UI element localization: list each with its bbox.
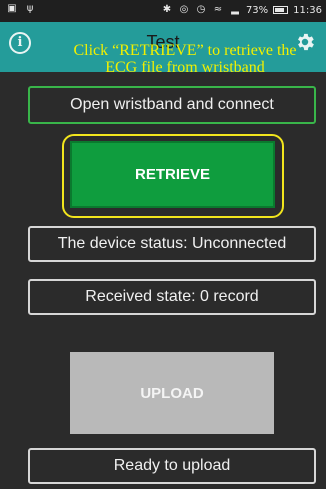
status-bar-left: ▣ ψ xyxy=(6,3,36,15)
app-bar: i Test Click “RETRIEVE” to retrieve the … xyxy=(0,22,326,76)
alarm-icon: ◷ xyxy=(196,4,206,15)
signal-icon: ▂ xyxy=(231,4,239,15)
usb-icon: ψ xyxy=(26,3,34,14)
retrieve-button[interactable]: RETRIEVE xyxy=(70,141,275,208)
bluetooth-icon: ✱ xyxy=(162,4,172,15)
open-connect-button[interactable]: Open wristband and connect xyxy=(28,86,316,124)
battery-percent: 73% xyxy=(245,4,269,16)
image-icon: ▣ xyxy=(7,3,17,14)
clock: 11:36 xyxy=(293,4,322,16)
ready-status: Ready to upload xyxy=(28,448,316,484)
status-bar: ▣ ψ ✱ ◎ ◷ ≈ ▂ 73% 11:36 xyxy=(0,0,326,22)
battery-icon xyxy=(273,6,289,14)
wifi-icon: ≈ xyxy=(213,4,223,15)
vibrate-icon: ◎ xyxy=(179,4,189,15)
received-state: Received state: 0 record xyxy=(28,279,316,315)
app-screen: ▣ ψ ✱ ◎ ◷ ≈ ▂ 73% 11:36 i Test Click “RE… xyxy=(0,0,326,489)
instruction-annotation: Click “RETRIEVE” to retrieve the ECG fil… xyxy=(73,42,297,76)
upload-button[interactable]: UPLOAD xyxy=(70,352,274,434)
device-status: The device status: Unconnected xyxy=(28,226,316,262)
status-bar-right: ✱ ◎ ◷ ≈ ▂ 73% 11:36 xyxy=(161,4,322,16)
